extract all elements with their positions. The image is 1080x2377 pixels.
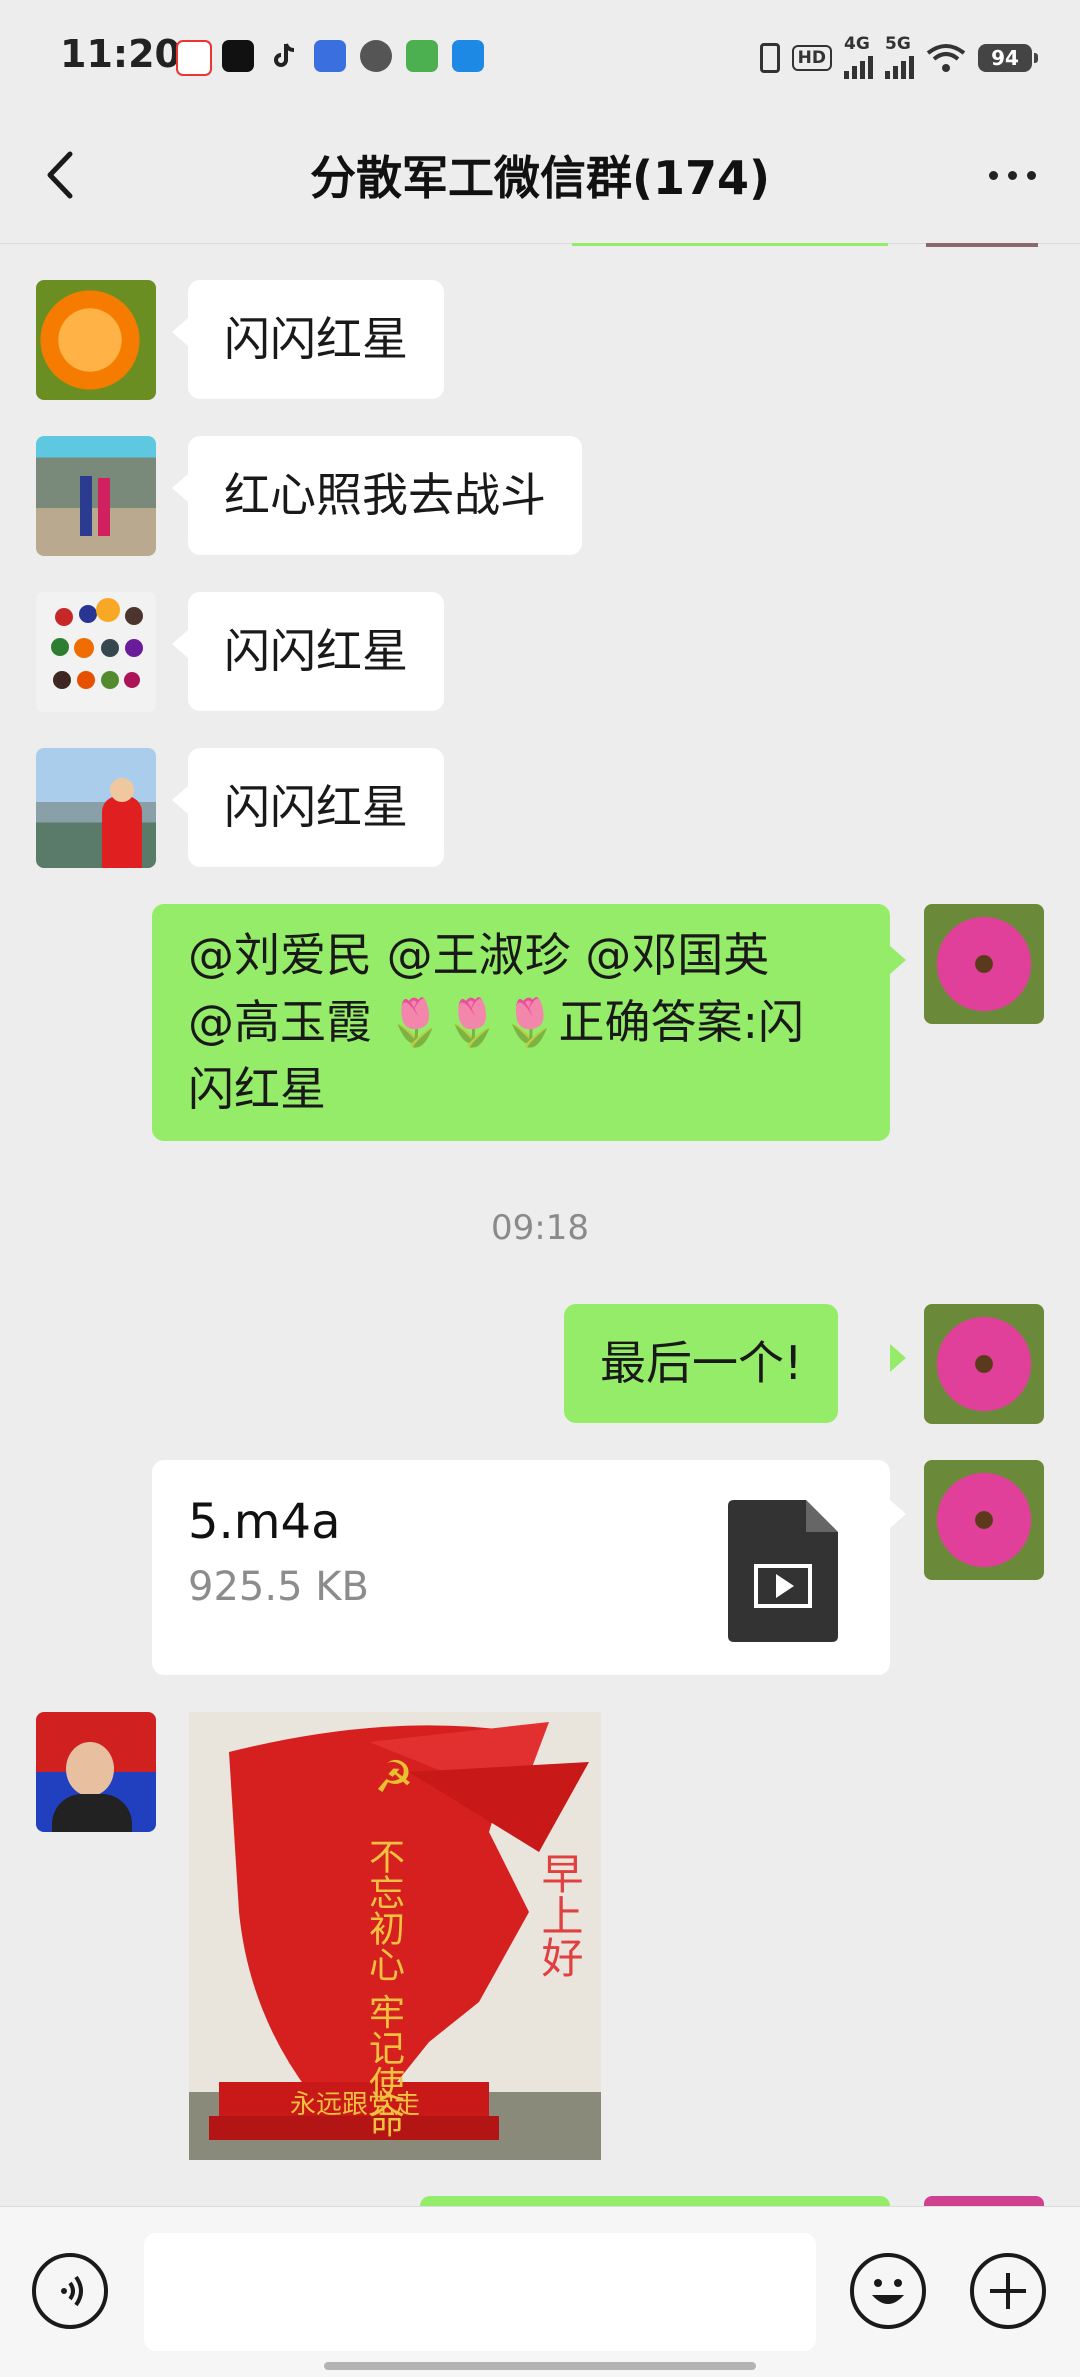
chat-title: 分散军工微信群(174) xyxy=(309,151,771,205)
bubble-tail xyxy=(172,786,188,814)
file-message[interactable]: 5.m4a 925.5 KB xyxy=(152,1460,890,1675)
person-head xyxy=(110,778,134,802)
my-avatar[interactable] xyxy=(924,904,1044,1024)
vibrate-icon xyxy=(759,42,780,73)
more-options-button[interactable] xyxy=(972,140,1052,210)
signal-5g: 5G xyxy=(885,36,914,79)
bubble-tail xyxy=(890,946,906,974)
video-file-icon xyxy=(728,1500,838,1642)
status-time: 11:20 xyxy=(60,32,181,76)
bubble-tail xyxy=(172,318,188,346)
voice-icon xyxy=(61,2275,83,2307)
emoji-icon xyxy=(872,2279,904,2304)
avatar[interactable] xyxy=(36,280,156,400)
scroll-clip xyxy=(0,243,1080,273)
svg-text:☭: ☭ xyxy=(374,1752,413,1803)
message-bubble[interactable]: 最后一个! xyxy=(564,1304,839,1423)
partial-avatar xyxy=(926,243,1038,247)
signal-4g-label: 4G xyxy=(844,34,870,54)
message-text: 红心照我去战斗 xyxy=(224,468,546,522)
poster-greeting: 早上好 xyxy=(535,1852,584,1978)
signal-5g-label: 5G xyxy=(885,34,911,54)
plus-icon xyxy=(990,2273,1026,2309)
voice-button[interactable] xyxy=(32,2253,108,2329)
video-icon xyxy=(406,40,438,72)
battery-indicator: 94 xyxy=(978,43,1038,72)
avatar[interactable] xyxy=(36,1712,156,1832)
capcut-icon xyxy=(222,40,254,72)
avatar[interactable] xyxy=(36,592,156,712)
message-text: 闪闪红星 xyxy=(224,780,408,834)
dot xyxy=(988,170,998,180)
my-avatar[interactable] xyxy=(924,1304,1044,1424)
signal-bars-icon xyxy=(844,53,873,79)
bubble-tail xyxy=(172,474,188,502)
partial-bubble xyxy=(572,243,888,246)
bubble-tail xyxy=(172,630,188,658)
message-text: 闪闪红星 xyxy=(224,312,408,366)
emoji-button[interactable] xyxy=(850,2253,926,2329)
message-input[interactable] xyxy=(144,2233,816,2351)
person-head xyxy=(66,1742,114,1796)
bubble-tail xyxy=(890,1344,906,1372)
title-bar: 分散军工微信群(174) xyxy=(0,118,1080,244)
message-timestamp: 09:18 xyxy=(491,1208,589,1248)
location-pin-icon xyxy=(176,40,212,76)
add-button[interactable] xyxy=(970,2253,1046,2329)
image-message[interactable]: ☭ 不忘初心 牢记使命 早上好 永远跟党走 xyxy=(189,1712,601,2160)
tiktok-icon xyxy=(268,40,300,72)
avatar[interactable] xyxy=(36,748,156,868)
person-figure xyxy=(102,796,142,868)
stickers-image xyxy=(51,598,143,689)
file-size: 925.5 KB xyxy=(188,1564,369,1610)
dot xyxy=(1026,170,1036,180)
person-figure xyxy=(98,478,110,536)
message-bubble[interactable]: 闪闪红星 xyxy=(188,592,444,711)
input-bar xyxy=(0,2206,1080,2377)
person-body xyxy=(52,1794,132,1832)
home-indicator[interactable] xyxy=(324,2362,756,2370)
bookmark-icon xyxy=(452,40,484,72)
message-text-line: 闪红星 xyxy=(188,1062,326,1116)
message-text: 最后一个! xyxy=(600,1336,803,1390)
partial-bubble xyxy=(420,2196,890,2206)
poster-base-text: 永远跟党走 xyxy=(289,2090,420,2120)
file-name: 5.m4a xyxy=(188,1494,341,1550)
hd-badge: HD xyxy=(791,44,832,71)
person-figure xyxy=(80,476,92,536)
avatar[interactable] xyxy=(36,436,156,556)
system-icons: HD 4G 5G 94 xyxy=(759,36,1038,79)
message-text-line: @刘爱民 @王淑珍 @邓国英 xyxy=(188,928,770,982)
message-text: 闪闪红星 xyxy=(224,624,408,678)
bubble-tail xyxy=(890,1500,906,1528)
message-bubble[interactable]: 闪闪红星 xyxy=(188,748,444,867)
dot xyxy=(1007,170,1017,180)
partial-avatar xyxy=(924,2196,1044,2206)
message-bubble[interactable]: 闪闪红星 xyxy=(188,280,444,399)
signal-bars-icon xyxy=(885,53,914,79)
message-bubble[interactable]: 红心照我去战斗 xyxy=(188,436,582,555)
status-bar: 11:20 HD 4G 5G 94 xyxy=(0,0,1080,118)
signal-4g: 4G xyxy=(844,36,873,79)
message-text-line: @高玉霞 🌷🌷🌷正确答案:闪 xyxy=(188,995,804,1049)
message-icon xyxy=(360,40,392,72)
my-avatar[interactable] xyxy=(924,1460,1044,1580)
baidu-icon xyxy=(314,40,346,72)
wifi-icon xyxy=(926,43,966,72)
message-bubble[interactable]: @刘爱民 @王淑珍 @邓国英 @高玉霞 🌷🌷🌷正确答案:闪 闪红星 xyxy=(152,904,890,1141)
